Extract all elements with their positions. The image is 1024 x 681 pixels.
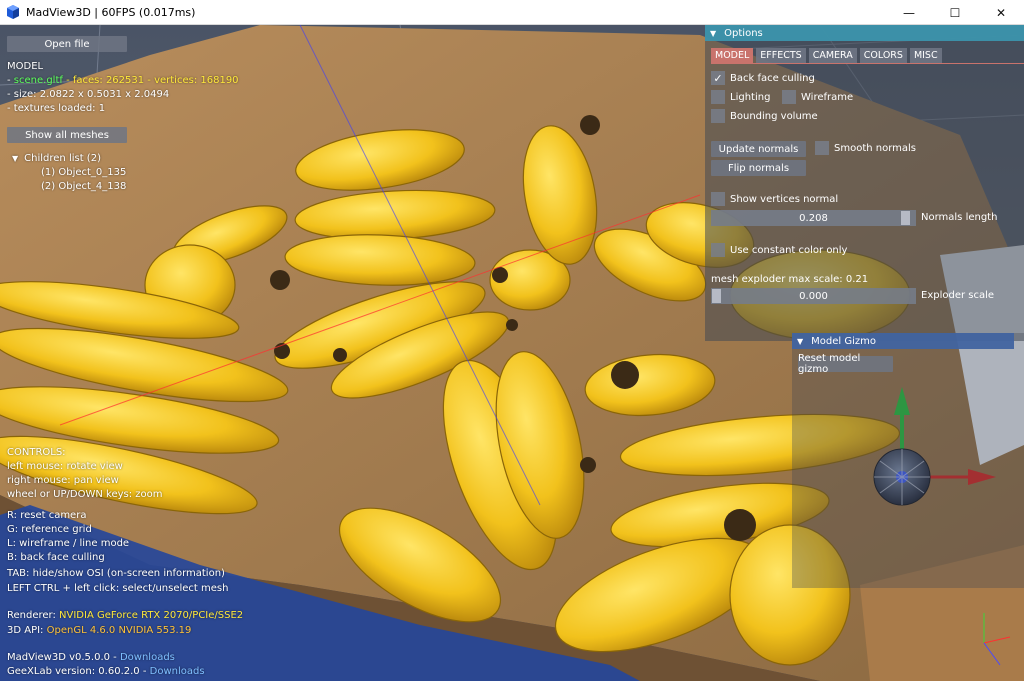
wireframe-label: Wireframe [801,91,854,103]
child-item-2[interactable]: (2) Object_4_138 [41,180,126,194]
show-all-meshes-button[interactable]: Show all meshes [7,127,127,143]
maximize-button[interactable]: ☐ [932,0,978,25]
normals-length-slider[interactable]: 0.208 [711,210,916,226]
separator: - [113,652,117,663]
exploder-scale-label: Exploder scale [921,290,995,301]
back-face-culling-label: Back face culling [730,72,815,84]
show-vertices-normal-checkbox[interactable]: Show vertices normal [711,192,838,206]
exploder-scale-value: 0.000 [799,290,828,302]
back-face-culling-checkbox[interactable]: ✓ Back face culling [711,71,815,85]
tab-underline [711,63,1024,64]
control-line: right mouse: pan view [7,475,119,486]
geexlab-downloads-link[interactable]: Downloads [150,666,205,677]
control-line: LEFT CTRL + left click: select/unselect … [7,583,229,594]
control-line: G: reference grid [7,524,92,535]
normals-length-value: 0.208 [799,212,828,224]
checkbox-box [815,141,829,155]
model-gizmo-title: Model Gizmo [811,335,876,347]
wireframe-checkbox[interactable]: Wireframe [782,90,853,104]
checkbox-box [711,243,725,257]
api-label: 3D API: [7,625,44,636]
api-line: 3D API: OpenGL 4.6.0 NVIDIA 553.19 [7,624,191,638]
children-list-toggle[interactable]: ▼ Children list (2) [12,152,101,166]
textures-text: - textures loaded: 1 [7,103,106,114]
triangle-down-icon: ▼ [797,336,804,346]
smooth-normals-label: Smooth normals [834,142,917,154]
use-constant-color-checkbox[interactable]: Use constant color only [711,243,847,257]
lighting-label: Lighting [730,91,771,103]
control-line: wheel or UP/DOWN keys: zoom [7,489,163,500]
geexlab-version-line: GeeXLab version: 0.60.2.0 - Downloads [7,665,205,679]
exploder-max-scale-label: mesh exploder max scale: 0.21 [711,274,869,285]
3d-viewport[interactable]: Open file MODEL - scene.gltf - faces: 26… [0,25,1024,681]
checkbox-box [711,192,725,206]
reset-model-gizmo-button[interactable]: Reset model gizmo [798,353,893,375]
options-title: Options [724,27,763,39]
open-file-button[interactable]: Open file [7,36,127,52]
update-normals-button[interactable]: Update normals [711,141,806,157]
minimize-button[interactable]: — [886,0,932,25]
size-text: - size: 2.0822 x 0.5031 x 2.0494 [7,89,170,100]
controls-heading: CONTROLS: [7,447,66,458]
minimize-icon: — [903,5,915,20]
model-gizmo-panel: ▼ Model Gizmo Reset model gizmo [792,333,1024,588]
triangle-down-icon: ▼ [12,154,19,163]
tab-camera[interactable]: CAMERA [808,48,857,63]
exploder-scale-slider[interactable]: 0.000 [711,288,916,304]
control-line: L: wireframe / line mode [7,538,130,549]
api-value: OpenGL 4.6.0 NVIDIA 553.19 [46,625,192,636]
scene-name: scene.gltf [13,75,63,86]
smooth-normals-checkbox[interactable]: Smooth normals [815,141,916,155]
show-vertices-normal-label: Show vertices normal [730,193,839,205]
madview-downloads-link[interactable]: Downloads [120,652,175,663]
madview-version-line: MadView3D v0.5.0.0 - Downloads [7,651,175,665]
model-heading: MODEL [7,61,44,72]
checkbox-box [711,90,725,104]
options-header[interactable]: ▼ Options [705,25,1024,41]
tab-effects[interactable]: EFFECTS [756,48,806,63]
use-constant-color-label: Use constant color only [730,244,848,256]
faces-vertices-text: - faces: 262531 - vertices: 168190 [66,75,239,86]
model-gizmo-header[interactable]: ▼ Model Gizmo [792,333,1014,349]
control-line: R: reset camera [7,510,87,521]
renderer-label: Renderer: [7,610,56,621]
bounding-volume-checkbox[interactable]: Bounding volume [711,109,818,123]
normals-length-label: Normals length [921,212,998,223]
madview-version: MadView3D v0.5.0.0 [7,652,110,663]
triangle-down-icon: ▼ [710,28,717,38]
window-title: MadView3D | 60FPS (0.017ms) [26,5,196,19]
scene-prefix: - [7,75,14,86]
renderer-value: NVIDIA GeForce RTX 2070/PCIe/SSE2 [59,610,244,621]
maximize-icon: ☐ [949,5,961,20]
control-line: TAB: hide/show OSI (on-screen informatio… [7,568,225,579]
title-bar: MadView3D | 60FPS (0.017ms) — ☐ ✕ [0,0,1024,25]
options-panel: ▼ Options MODEL EFFECTS CAMERA COLORS MI… [705,25,1024,341]
children-list-label: Children list (2) [24,153,101,164]
checkbox-box [782,90,796,104]
lighting-checkbox[interactable]: Lighting [711,90,770,104]
control-line: left mouse: rotate view [7,461,123,472]
options-tabs: MODEL EFFECTS CAMERA COLORS MISC [711,48,942,63]
checkbox-box [711,109,725,123]
child-item-1[interactable]: (1) Object_0_135 [41,166,126,180]
slider-grab[interactable] [901,211,910,225]
control-line: B: back face culling [7,552,105,563]
slider-grab[interactable] [712,289,721,303]
checkmark-icon: ✓ [711,71,725,85]
separator: - [142,666,147,677]
close-icon: ✕ [995,5,1007,20]
scene-info-line: - scene.gltf - faces: 262531 - vertices:… [7,74,239,88]
tab-colors[interactable]: COLORS [859,48,907,63]
geexlab-version: GeeXLab version: 0.60.2.0 [7,666,140,677]
close-button[interactable]: ✕ [978,0,1024,25]
app-cube-icon [7,5,19,19]
tab-misc[interactable]: MISC [909,48,942,63]
renderer-line: Renderer: NVIDIA GeForce RTX 2070/PCIe/S… [7,609,243,623]
flip-normals-button[interactable]: Flip normals [711,160,806,176]
bounding-volume-label: Bounding volume [730,110,818,122]
tab-model[interactable]: MODEL [711,48,754,63]
